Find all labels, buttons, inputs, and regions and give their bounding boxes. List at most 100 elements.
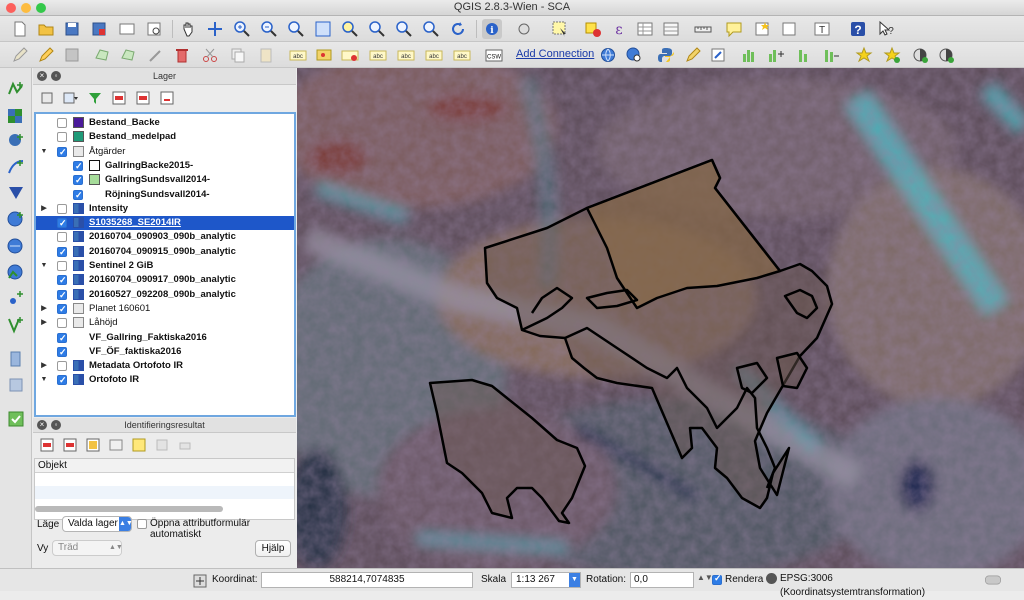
float-panel-icon[interactable]: ◦ — [51, 420, 61, 430]
layer-row[interactable]: ▼ Ortofoto IR — [36, 373, 294, 387]
zoom-to-selection-icon[interactable] — [340, 19, 360, 39]
zoom-full-icon[interactable] — [313, 19, 333, 39]
field-calculator-icon[interactable]: ε — [609, 19, 629, 39]
horizontal-scrollbar[interactable] — [35, 506, 223, 512]
layer-tree[interactable]: Bestand_Backe Bestand_medelpad ▼ Åtgärder Ga… — [34, 112, 296, 417]
cut-features-icon[interactable] — [200, 45, 220, 65]
add-postgis-layer-icon[interactable] — [5, 130, 27, 152]
expand-open-arrow-icon[interactable]: ▼ — [40, 259, 48, 273]
layer-visibility-checkbox[interactable] — [57, 302, 67, 316]
delete-selected-icon[interactable] — [172, 45, 192, 65]
label-tool-abc-icon[interactable]: abc — [288, 45, 308, 65]
expand-closed-arrow-icon[interactable]: ▶ — [40, 316, 48, 330]
layer-visibility-checkbox[interactable] — [57, 145, 67, 159]
add-vector-layer-icon[interactable] — [5, 78, 27, 100]
zoom-to-layer-icon[interactable] — [367, 19, 387, 39]
layer-visibility-checkbox[interactable] — [57, 373, 67, 387]
new-shapefile-icon[interactable] — [5, 348, 27, 370]
close-panel-icon[interactable]: × — [37, 420, 47, 430]
remove-layer-icon[interactable] — [157, 89, 176, 106]
python-console-icon[interactable] — [656, 45, 676, 65]
help-icon[interactable]: ? — [848, 19, 868, 39]
refresh-icon[interactable] — [448, 19, 468, 39]
zoom-out-icon[interactable] — [259, 19, 279, 39]
increase-contrast-icon[interactable] — [910, 45, 930, 65]
messages-icon[interactable] — [980, 570, 1006, 590]
new-project-icon[interactable] — [10, 19, 30, 39]
new-bookmark-icon[interactable] — [752, 19, 772, 39]
attribute-table-icon[interactable] — [635, 19, 655, 39]
new-spatialite-icon[interactable] — [5, 374, 27, 396]
pan-map-icon[interactable] — [178, 19, 198, 39]
layer-visibility-checkbox[interactable] — [57, 261, 67, 271]
print-icon[interactable] — [175, 436, 194, 453]
help-button[interactable]: Hjälp — [255, 540, 291, 557]
layer-row[interactable]: ▶ Metadata Ortofoto IR — [36, 359, 294, 373]
print-results-icon-disabled[interactable] — [152, 436, 171, 453]
map-tips-icon[interactable] — [724, 19, 744, 39]
show-hide-labels-icon[interactable]: abc — [368, 45, 388, 65]
save-project-icon[interactable] — [62, 19, 82, 39]
layer-visibility-checkbox[interactable] — [57, 132, 67, 143]
globe-zoom-icon[interactable] — [624, 45, 644, 65]
layer-row[interactable]: ▶ Intensity — [36, 202, 294, 216]
move-label-icon[interactable]: abc — [396, 45, 416, 65]
expand-open-arrow-icon[interactable]: ▼ — [40, 145, 48, 159]
layer-row[interactable]: RöjningSundsvall2014- — [36, 188, 294, 202]
layer-visibility-checkbox[interactable] — [57, 318, 67, 329]
layer-visibility-checkbox[interactable] — [73, 159, 83, 173]
coordinate-field[interactable]: 588214,7074835 — [261, 572, 473, 588]
pin-labels-icon[interactable] — [340, 45, 360, 65]
histogram-stretch-icon[interactable] — [766, 45, 786, 65]
expand-closed-arrow-icon[interactable]: ▶ — [40, 359, 48, 373]
layer-visibility-checkbox[interactable] — [73, 188, 83, 202]
add-delimited-text-icon[interactable] — [5, 287, 27, 309]
layer-row[interactable]: 20160704_090915_090b_analytic — [36, 245, 294, 259]
add-virtual-layer-icon[interactable] — [5, 313, 27, 335]
copy-features-icon[interactable] — [228, 45, 248, 65]
current-edits-icon[interactable] — [10, 45, 30, 65]
close-panel-icon[interactable]: × — [37, 71, 47, 81]
layer-visibility-checkbox[interactable] — [57, 216, 67, 230]
render-checkbox[interactable] — [712, 573, 722, 585]
layer-visibility-checkbox[interactable] — [57, 361, 67, 372]
view-select[interactable]: Träd ▲▼ — [52, 540, 123, 556]
change-label-icon[interactable]: abc — [452, 45, 472, 65]
collapse-all-icon[interactable] — [133, 89, 152, 106]
layer-row[interactable]: VF_Gallring_Faktiska2016 — [36, 331, 294, 345]
text-annotation-icon[interactable]: T — [812, 19, 832, 39]
zoom-in-icon[interactable] — [232, 19, 252, 39]
layer-row[interactable]: ▼ Åtgärder — [36, 145, 294, 159]
save-edits-icon[interactable] — [62, 45, 82, 65]
manage-visibility-icon[interactable] — [61, 89, 80, 106]
move-feature-icon[interactable] — [118, 45, 138, 65]
add-mssql-layer-icon[interactable] — [5, 182, 27, 204]
layer-row[interactable]: GallringBacke2015- — [36, 159, 294, 173]
rotation-stepper-icon[interactable]: ▲▼ — [697, 573, 713, 582]
pan-to-selection-icon[interactable] — [205, 19, 225, 39]
open-project-icon[interactable] — [36, 19, 56, 39]
add-wfs-layer-icon[interactable] — [5, 261, 27, 283]
clear-results-icon[interactable] — [106, 436, 125, 453]
globe-search-icon[interactable] — [598, 45, 618, 65]
mode-select[interactable]: Valda lager ▲▼ — [62, 516, 133, 532]
layer-visibility-checkbox[interactable] — [57, 331, 67, 345]
layer-visibility-checkbox[interactable] — [57, 273, 67, 287]
filter-legend-icon[interactable] — [85, 89, 104, 106]
new-print-composer-icon[interactable] — [117, 19, 137, 39]
expand-closed-arrow-icon[interactable]: ▶ — [40, 202, 48, 216]
toggle-editing-icon[interactable] — [36, 45, 56, 65]
identify-features-icon[interactable]: i — [482, 19, 502, 39]
layer-visibility-checkbox[interactable] — [57, 288, 67, 302]
new-gpx-layer-icon[interactable] — [5, 408, 27, 430]
float-panel-icon[interactable]: ◦ — [51, 71, 61, 81]
add-connection-link[interactable]: Add Connection — [516, 48, 594, 60]
add-wms-layer-icon[interactable] — [5, 208, 27, 230]
layer-row[interactable]: Bestand_Backe — [36, 116, 294, 130]
full-stretch-icon[interactable] — [821, 45, 841, 65]
layer-row[interactable]: ▶ Låhöjd — [36, 316, 294, 330]
rotation-field[interactable]: 0,0 — [630, 572, 694, 588]
layer-row[interactable]: 20160527_092208_090b_analytic — [36, 288, 294, 302]
expand-open-arrow-icon[interactable]: ▼ — [40, 373, 48, 387]
open-form-checkbox[interactable] — [137, 519, 147, 529]
